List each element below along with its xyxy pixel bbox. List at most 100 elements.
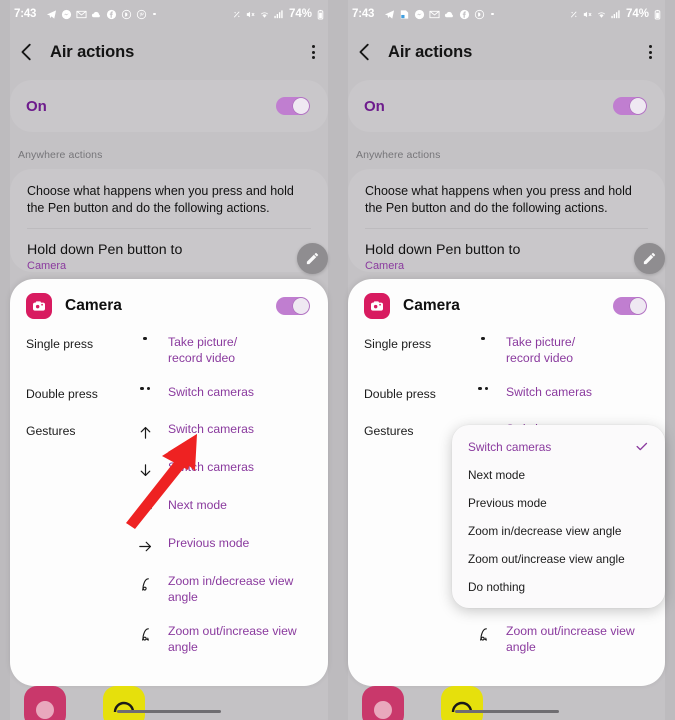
dropdown-item-zoom-out[interactable]: Zoom out/increase view angle [452,545,665,573]
description-card: Choose what happens when you press and h… [10,169,328,272]
row-label [364,460,460,462]
back-arrow-icon[interactable] [354,41,376,63]
cloud-icon [445,11,454,17]
status-bar: 7:43 74% [0,0,338,28]
row-value: Next mode [168,498,227,512]
back-arrow-icon[interactable] [16,41,38,63]
row-value: Previous mode [168,536,250,550]
master-switch-row[interactable]: On [348,80,665,132]
master-toggle-switch[interactable] [276,97,310,115]
row-label: Single press [26,337,94,351]
row-value: Switch cameras [168,385,255,399]
swirl-out-icon [122,624,168,643]
messenger-icon [415,9,425,19]
dropdown-item-label: Zoom out/increase view angle [468,552,625,566]
yellow-app-icon[interactable] [103,686,145,720]
dropdown-item-label: Previous mode [468,496,547,510]
screen-edge-left [0,0,10,720]
action-row-gesture-left[interactable]: Next mode [10,492,328,523]
action-row-gesture-right[interactable]: Previous mode [10,530,328,561]
row-value: Switch cameras [506,385,593,399]
facebook-icon [107,9,117,19]
gesture-nav-bar[interactable] [454,709,559,713]
dropdown-item-next-mode[interactable]: Next mode [452,461,665,489]
status-bar-system-icons: 74% [231,8,326,20]
status-bar-system-icons: 74% [568,8,663,20]
hold-pen-title: Hold down Pen button to [27,242,183,258]
dropdown-item-do-nothing[interactable]: Do nothing [452,573,665,601]
action-row-gesture-down[interactable]: Switch cameras [10,454,328,485]
more-options-icon[interactable] [641,43,659,61]
action-row-zoom-out[interactable]: Zoom out/increase view angle [348,618,665,661]
yellow-app-icon[interactable] [441,686,483,720]
swirl-out-icon [460,624,506,643]
checkmark-icon [636,442,648,451]
arrow-left-icon [122,498,168,517]
dropdown-item-previous-mode[interactable]: Previous mode [452,489,665,517]
status-bar-clock: 7:43 [14,8,37,20]
row-label [364,624,460,626]
dropdown-item-zoom-in[interactable]: Zoom in/decrease view angle [452,517,665,545]
more-options-icon[interactable] [304,43,322,61]
edit-fab-button[interactable] [634,243,665,274]
pencil-icon [306,252,319,265]
battery-icon [654,9,661,20]
hold-pen-value: Camera [27,260,67,272]
action-row-gesture-up[interactable]: Gestures Switch cameras [10,416,328,447]
row-label [26,574,122,576]
description-card: Choose what happens when you press and h… [348,169,665,272]
row-label: Single press [364,337,432,351]
row-value: Zoom in/decrease view angle [168,574,294,604]
dropdown-item-switch-cameras[interactable]: Switch cameras [452,432,665,461]
screen-edge-right [328,0,338,720]
pink-app-icon[interactable] [362,686,404,720]
arrow-down-icon [122,460,168,479]
more-notifications-dot [153,12,156,16]
telegram-icon [385,9,395,19]
camera-app-name: Camera [65,297,122,314]
vibrate-icon [570,10,577,18]
single-dot-icon [122,335,168,341]
camera-icon [364,293,390,319]
bottom-dock [0,678,338,720]
row-value: Take picture/ record video [506,335,576,365]
signal-icon [274,9,283,18]
gmail-icon [76,10,87,18]
section-label: Anywhere actions [356,149,441,161]
hold-pen-row[interactable]: Hold down Pen button to Camera [365,229,648,272]
camera-action-sheet: Camera Single press Take picture/ record… [10,279,328,686]
row-label [364,574,460,576]
action-row-zoom-out[interactable]: Zoom out/increase view angle [10,618,328,661]
description-text: Choose what happens when you press and h… [365,184,632,215]
action-row-double-press[interactable]: Double press Switch cameras [348,379,665,409]
action-row-single-press[interactable]: Single press Take picture/ record video [10,329,328,372]
camera-app-name: Camera [403,297,460,314]
row-label [26,624,122,626]
telegram-icon [47,9,57,19]
edit-fab-button[interactable] [297,243,328,274]
action-row-double-press[interactable]: Double press Switch cameras [10,379,328,409]
master-switch-label: On [364,97,385,115]
pink-app-icon[interactable] [24,686,66,720]
status-bar-notifications: 7:43 [352,8,568,20]
camera-toggle-switch[interactable] [276,297,310,315]
swirl-in-icon [122,574,168,593]
row-value: Switch cameras [168,422,255,436]
master-toggle-switch[interactable] [613,97,647,115]
row-value: Zoom out/increase view angle [168,624,297,654]
mute-icon [583,11,592,17]
master-switch-row[interactable]: On [10,80,328,132]
vibrate-icon [233,10,240,18]
camera-toggle-switch[interactable] [613,297,647,315]
gesture-nav-bar[interactable] [117,709,221,713]
camera-sheet-header: Camera [10,279,328,329]
pinterest-icon [137,9,147,19]
action-row-zoom-in[interactable]: Zoom in/decrease view angle [10,568,328,611]
row-label: Double press [26,387,98,401]
hold-pen-row[interactable]: Hold down Pen button to Camera [27,229,311,272]
arrow-up-icon [122,422,168,441]
action-row-single-press[interactable]: Single press Take picture/ record video [348,329,665,372]
section-label: Anywhere actions [18,149,103,161]
gesture-action-dropdown[interactable]: Switch cameras Next mode Previous mode Z… [452,425,665,608]
row-value: Zoom out/increase view angle [506,624,635,654]
